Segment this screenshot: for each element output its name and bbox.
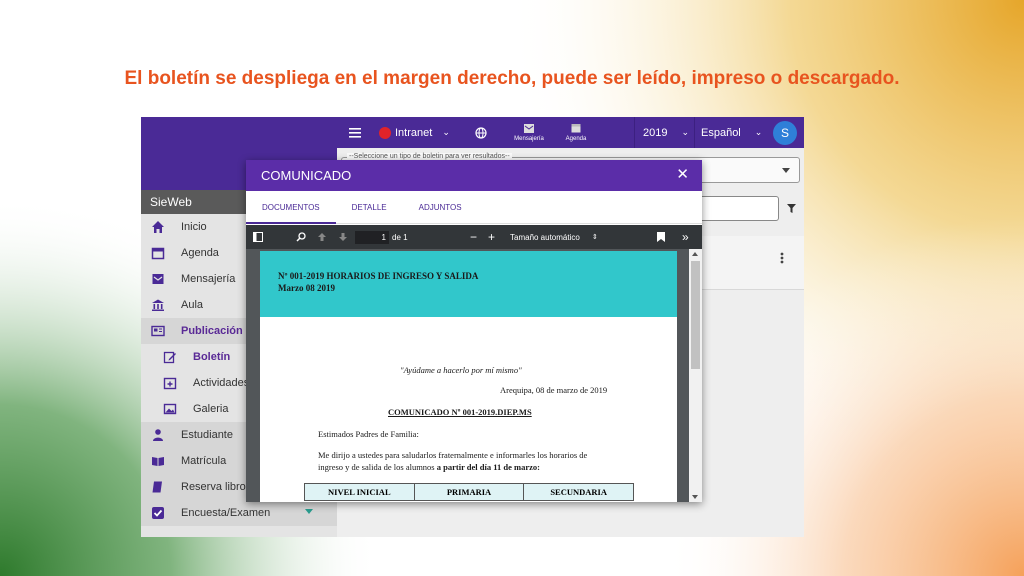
chevron-down-icon: ⌄ bbox=[442, 127, 450, 137]
top-bar: Intranet ⌄ Mensajería Agenda 2019 ⌄ Espa… bbox=[337, 117, 804, 148]
year-selector[interactable]: 2019 ⌄ bbox=[634, 117, 689, 148]
pdf-viewer: 1 de 1 − + Tamaño automático ⇕ » Nº 001-… bbox=[246, 225, 702, 502]
document-date: Marzo 08 2019 bbox=[278, 283, 335, 293]
document-greeting: Estimados Padres de Familia: bbox=[318, 429, 419, 439]
search-icon[interactable] bbox=[296, 225, 306, 249]
book-open-icon bbox=[152, 457, 164, 466]
sidebar-item-label: Matrícula bbox=[181, 455, 227, 467]
zoom-in-icon[interactable]: + bbox=[488, 225, 495, 249]
modal-title: COMUNICADO bbox=[261, 168, 352, 183]
sidebar-item-label: Reserva libro bbox=[181, 481, 246, 493]
menu-icon[interactable] bbox=[349, 117, 363, 148]
scroll-down-arrow-icon[interactable] bbox=[692, 495, 698, 499]
edit-icon bbox=[163, 351, 176, 364]
intranet-label: Intranet bbox=[395, 126, 433, 139]
page-number-field[interactable]: 1 bbox=[355, 225, 389, 249]
body-text: ingreso y de salida de los alumnos bbox=[318, 462, 437, 472]
mensajeria-button[interactable]: Mensajería bbox=[509, 117, 549, 148]
arrow-up-icon[interactable] bbox=[317, 225, 327, 249]
sidebar-item-label: Inicio bbox=[181, 221, 207, 233]
sidebar-item-label: Encuesta/Examen bbox=[181, 507, 271, 519]
document-body-line1: Me dirijo a ustedes para saludarlos frat… bbox=[318, 450, 588, 460]
image-icon bbox=[163, 403, 177, 415]
agenda-label: Agenda bbox=[565, 136, 587, 142]
chevron-down-icon[interactable] bbox=[305, 509, 313, 514]
bookmark-icon[interactable] bbox=[657, 225, 665, 249]
intranet-logo-icon bbox=[379, 126, 391, 139]
document-reference: COMUNICADO Nº 001-2019.DIEP.MS bbox=[388, 407, 532, 417]
year-value: 2019 bbox=[643, 126, 668, 139]
document-banner: Nº 001-2019 HORARIOS DE INGRESO Y SALIDA… bbox=[260, 251, 677, 317]
sidebar-item-label: Actividades bbox=[193, 377, 250, 389]
select-placeholder: --Seleccione un tipo de boletin para ver… bbox=[347, 153, 512, 160]
modal-header: COMUNICADO ✕ bbox=[246, 160, 702, 191]
comunicado-modal: COMUNICADO ✕ DOCUMENTOS DETALLE ADJUNTOS… bbox=[246, 160, 702, 502]
sidebar-item-label: Publicación bbox=[181, 325, 243, 337]
pdf-page: Nº 001-2019 HORARIOS DE INGRESO Y SALIDA… bbox=[260, 251, 677, 502]
language-selector[interactable]: Español ⌄ bbox=[694, 117, 762, 148]
home-icon bbox=[152, 221, 164, 233]
institution-icon bbox=[152, 299, 164, 311]
zoom-select[interactable]: Tamaño automático ⇕ bbox=[510, 225, 598, 249]
scroll-up-arrow-icon[interactable] bbox=[692, 252, 698, 256]
close-icon[interactable]: ✕ bbox=[676, 167, 689, 182]
slide-title: El boletín se despliega en el margen der… bbox=[124, 68, 900, 89]
mail-icon bbox=[152, 274, 164, 284]
student-icon bbox=[153, 429, 163, 441]
caret-down-icon bbox=[782, 168, 790, 173]
filter-icon[interactable] bbox=[787, 204, 796, 213]
sidebar-item-label: Aula bbox=[181, 299, 204, 311]
mail-icon bbox=[524, 123, 534, 133]
chevron-down-icon: ⌄ bbox=[754, 127, 763, 137]
sidebar-item-label: Mensajería bbox=[181, 273, 236, 285]
chevron-updown-icon: ⇕ bbox=[591, 234, 598, 241]
sidebar-toggle-icon[interactable] bbox=[253, 225, 263, 249]
levels-table-header: NIVEL INICIAL PRIMARIA SECUNDARIA bbox=[304, 483, 634, 501]
page-total: de 1 bbox=[392, 232, 408, 242]
calendar-plus-icon bbox=[163, 377, 177, 390]
pdf-scrollbar[interactable] bbox=[689, 249, 702, 502]
document-title: Nº 001-2019 HORARIOS DE INGRESO Y SALIDA bbox=[278, 271, 479, 281]
arrow-down-icon[interactable] bbox=[338, 225, 348, 249]
intranet-selector[interactable]: Intranet ⌄ bbox=[379, 117, 450, 148]
document-quote: "Ayúdame a hacerlo por mí mismo" bbox=[400, 365, 522, 375]
document-body-line2: ingreso y de salida de los alumnos a par… bbox=[318, 462, 540, 472]
avatar[interactable]: S bbox=[773, 117, 797, 148]
more-tools-icon[interactable]: » bbox=[682, 225, 689, 249]
language-value: Español bbox=[701, 126, 741, 139]
calendar-icon bbox=[151, 247, 165, 260]
chevron-down-icon: ⌄ bbox=[681, 127, 690, 137]
sidebar-item-label: Estudiante bbox=[181, 429, 233, 441]
level-secundaria: SECUNDARIA bbox=[523, 484, 633, 500]
mensajeria-label: Mensajería bbox=[514, 135, 544, 142]
pdf-toolbar: 1 de 1 − + Tamaño automático ⇕ » bbox=[246, 225, 702, 249]
tab-documentos[interactable]: DOCUMENTOS bbox=[246, 191, 336, 224]
book-icon bbox=[152, 481, 162, 493]
sidebar-item-label: Agenda bbox=[181, 247, 219, 259]
sidebar-item-encuesta[interactable]: Encuesta/Examen bbox=[141, 500, 337, 526]
more-options-icon[interactable] bbox=[780, 252, 784, 264]
level-primaria: PRIMARIA bbox=[413, 484, 524, 500]
checkbox-icon bbox=[152, 507, 164, 519]
page-current: 1 bbox=[355, 230, 389, 244]
globe-icon[interactable] bbox=[475, 117, 487, 148]
document-place-date: Arequipa, 08 de marzo de 2019 bbox=[500, 385, 608, 395]
calendar-icon bbox=[571, 124, 581, 133]
sidebar-item-label: Boletín bbox=[193, 351, 231, 363]
scrollbar-thumb[interactable] bbox=[691, 261, 700, 369]
level-inicial: NIVEL INICIAL bbox=[328, 487, 391, 497]
tab-adjuntos[interactable]: ADJUNTOS bbox=[403, 191, 478, 224]
zoom-value: Tamaño automático bbox=[510, 232, 580, 242]
newspaper-icon bbox=[151, 325, 165, 337]
agenda-button[interactable]: Agenda bbox=[559, 117, 593, 148]
tab-detalle[interactable]: DETALLE bbox=[336, 191, 403, 224]
body-emphasis: a partir del día 11 de marzo: bbox=[436, 462, 540, 472]
sidebar-item-label: Galeria bbox=[193, 403, 229, 415]
zoom-out-icon[interactable]: − bbox=[470, 225, 477, 249]
modal-tabs: DOCUMENTOS DETALLE ADJUNTOS bbox=[246, 191, 702, 224]
avatar-letter: S bbox=[773, 120, 797, 145]
